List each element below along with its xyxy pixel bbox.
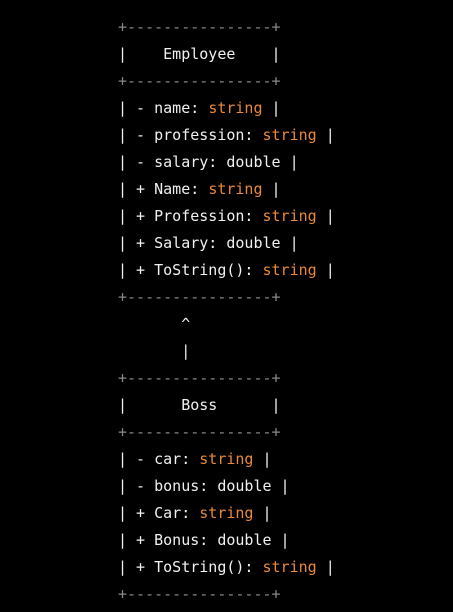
employee-method-tostring: | + ToString(): string |: [118, 261, 335, 279]
boss-title-border: +----------------+: [118, 423, 281, 441]
inheritance-arrow-shaft: |: [118, 342, 191, 360]
employee-member-name: | - name: string |: [118, 99, 281, 117]
boss-class-title: | Boss |: [118, 396, 281, 414]
boss-bottom-border: +----------------+: [118, 585, 281, 603]
boss-method-tostring: | + ToString(): string |: [118, 558, 335, 576]
employee-top-border: +----------------+: [118, 18, 281, 36]
employee-property-salary: | + Salary: double |: [118, 234, 299, 252]
inheritance-arrow-head: ^: [118, 315, 191, 333]
boss-member-bonus: | - bonus: double |: [118, 477, 290, 495]
boss-property-car: | + Car: string |: [118, 504, 272, 522]
employee-member-salary: | - salary: double |: [118, 153, 299, 171]
employee-class-title: | Employee |: [118, 45, 281, 63]
employee-title-border: +----------------+: [118, 72, 281, 90]
boss-member-car: | - car: string |: [118, 450, 272, 468]
boss-top-border: +----------------+: [118, 369, 281, 387]
uml-class-diagram: +----------------+ | Employee | +-------…: [118, 14, 335, 608]
boss-property-bonus: | + Bonus: double |: [118, 531, 290, 549]
employee-property-profession: | + Profession: string |: [118, 207, 335, 225]
employee-property-name: | + Name: string |: [118, 180, 281, 198]
employee-bottom-border: +----------------+: [118, 288, 281, 306]
employee-member-profession: | - profession: string |: [118, 126, 335, 144]
